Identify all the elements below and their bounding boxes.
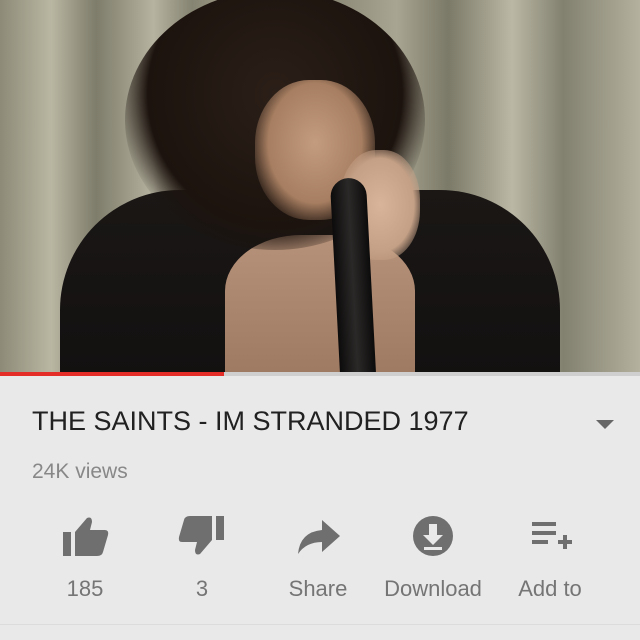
video-title: THE SAINTS - IM STRANDED 1977 <box>32 406 469 436</box>
like-count: 185 <box>66 576 104 601</box>
video-progress-bar[interactable] <box>0 372 640 376</box>
dislike-count: 3 <box>195 576 209 601</box>
share-button[interactable]: Share <box>258 508 378 602</box>
download-icon <box>413 516 453 556</box>
thumbs-down-icon <box>178 516 224 555</box>
view-count: 24K views <box>32 460 128 483</box>
download-label: Download <box>384 576 482 601</box>
dislike-button[interactable]: 3 <box>142 508 262 602</box>
share-label: Share <box>288 576 348 601</box>
divider <box>0 624 640 625</box>
share-arrow-icon <box>298 520 340 554</box>
add-to-label: Add to <box>518 576 582 601</box>
action-bar: 185 3 Share Download Add to <box>0 508 640 608</box>
like-button[interactable]: 185 <box>25 508 145 602</box>
expand-description-icon[interactable] <box>596 420 614 429</box>
video-player[interactable] <box>0 0 640 372</box>
thumbs-up-icon <box>63 517 109 556</box>
download-button[interactable]: Download <box>373 508 493 602</box>
video-progress-played <box>0 372 224 376</box>
add-to-button[interactable]: Add to <box>490 508 610 602</box>
playlist-add-icon <box>532 522 572 549</box>
